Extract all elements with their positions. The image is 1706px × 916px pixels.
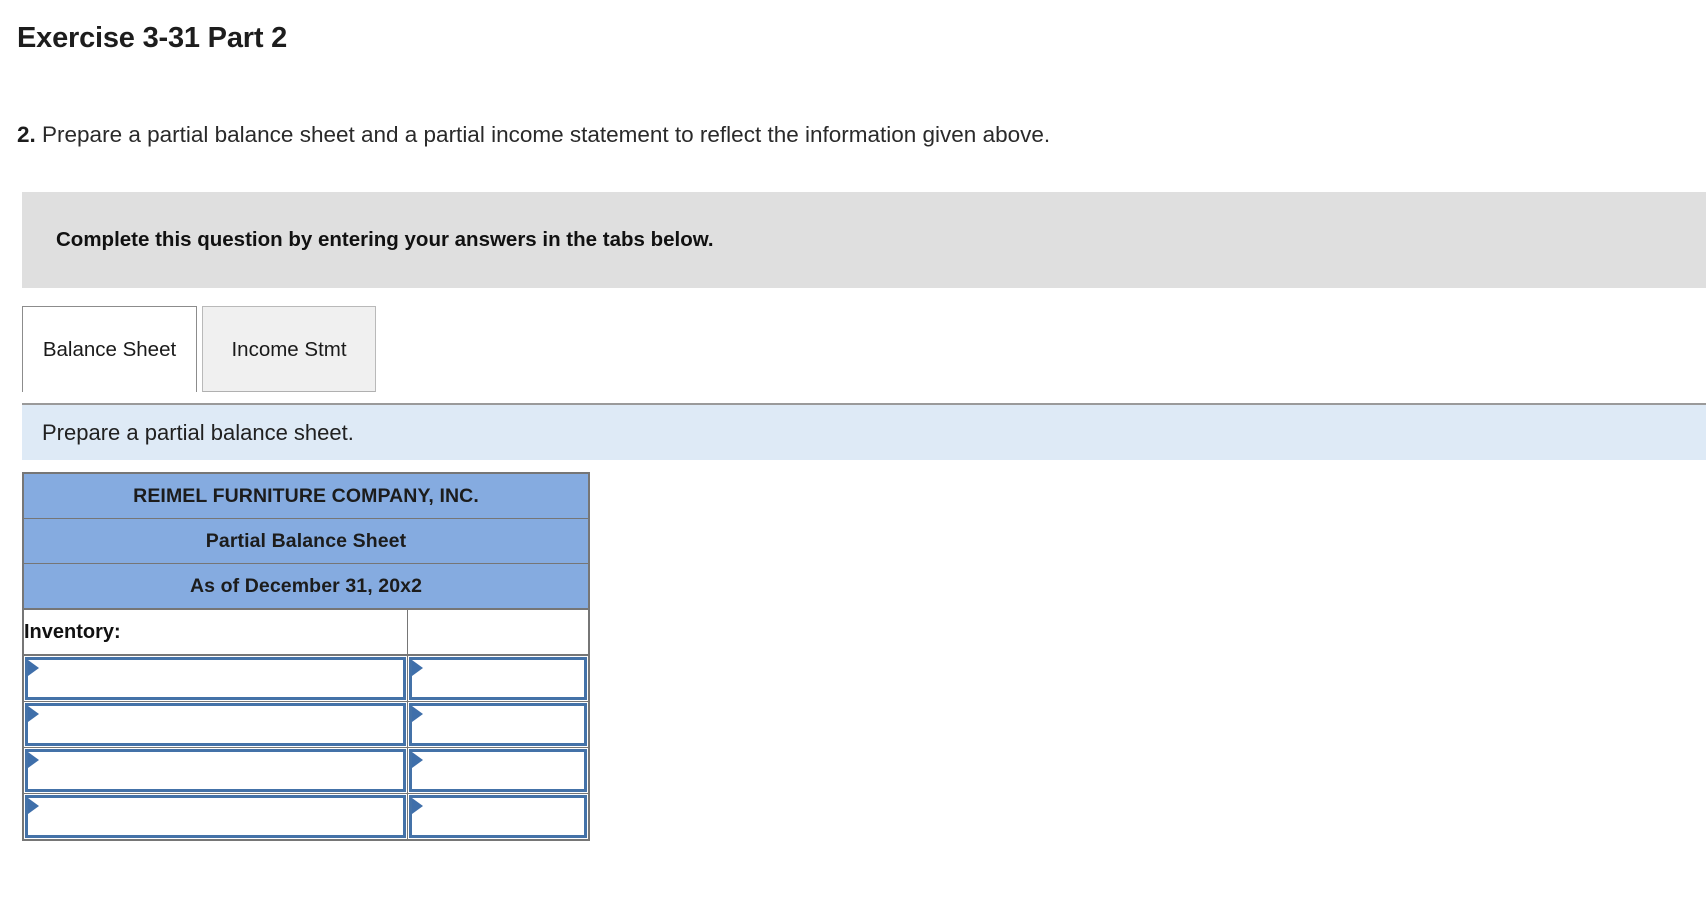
table-header-row-date: As of December 31, 20x2 <box>22 563 590 610</box>
bs-section-label: Inventory: <box>22 608 408 656</box>
bs-row-1-label-input[interactable] <box>42 706 399 743</box>
bs-row-0-amount-input[interactable] <box>425 660 580 697</box>
bs-row-3-amount-box[interactable] <box>408 795 587 838</box>
instruction-banner-text: Complete this question by entering your … <box>56 228 714 251</box>
partial-balance-sheet-form: REIMEL FURNITURE COMPANY, INC. Partial B… <box>22 472 590 841</box>
triangle-right-icon <box>28 706 39 722</box>
bs-row-2-label-input[interactable] <box>42 752 399 789</box>
page-title: Exercise 3-31 Part 2 <box>17 22 288 54</box>
bs-row-1-label-box[interactable] <box>25 703 406 746</box>
bs-header-company: REIMEL FURNITURE COMPANY, INC. <box>22 472 590 519</box>
triangle-right-icon <box>28 798 39 814</box>
triangle-right-icon <box>411 706 423 722</box>
bs-row-0-amount-box[interactable] <box>408 657 587 700</box>
triangle-right-icon <box>411 752 423 768</box>
triangle-right-icon <box>411 798 423 814</box>
exercise-page: Exercise 3-31 Part 2 2. Prepare a partia… <box>0 0 1706 916</box>
bs-row-0-label-cell[interactable] <box>22 654 408 702</box>
bs-row-2-label-cell[interactable] <box>22 747 408 794</box>
table-row <box>22 654 590 702</box>
question-number: 2. <box>17 122 36 147</box>
bs-row-2-amount-cell[interactable] <box>406 747 590 794</box>
table-row <box>22 793 590 841</box>
triangle-right-icon <box>28 660 39 676</box>
table-header-row-statement: Partial Balance Sheet <box>22 518 590 564</box>
question-prompt: 2. Prepare a partial balance sheet and a… <box>17 122 1050 148</box>
table-row <box>22 701 590 748</box>
bs-row-1-amount-input[interactable] <box>425 706 580 743</box>
bs-row-0-label-input[interactable] <box>42 660 399 697</box>
bs-section-value <box>406 608 590 656</box>
bs-row-2-amount-box[interactable] <box>408 749 587 792</box>
subinstruction-text: Prepare a partial balance sheet. <box>42 420 354 445</box>
tab-balance-sheet[interactable]: Balance Sheet <box>22 306 197 392</box>
triangle-right-icon <box>411 660 423 676</box>
bs-row-3-label-box[interactable] <box>25 795 406 838</box>
bs-row-0-label-box[interactable] <box>25 657 406 700</box>
bs-row-3-label-input[interactable] <box>42 798 399 835</box>
table-row <box>22 747 590 794</box>
bs-header-date: As of December 31, 20x2 <box>22 563 590 610</box>
bs-row-1-amount-box[interactable] <box>408 703 587 746</box>
tab-income-stmt[interactable]: Income Stmt <box>202 306 376 392</box>
bs-row-2-amount-input[interactable] <box>425 752 580 789</box>
bs-row-3-amount-cell[interactable] <box>406 793 590 841</box>
bs-row-1-amount-cell[interactable] <box>406 701 590 748</box>
instruction-banner: Complete this question by entering your … <box>22 192 1706 288</box>
bs-row-0-amount-cell[interactable] <box>406 654 590 702</box>
bs-row-3-label-cell[interactable] <box>22 793 408 841</box>
bs-row-3-amount-input[interactable] <box>425 798 580 835</box>
table-row-inventory-label: Inventory: <box>22 608 590 656</box>
table-header-row-company: REIMEL FURNITURE COMPANY, INC. <box>22 472 590 519</box>
triangle-right-icon <box>28 752 39 768</box>
bs-row-2-label-box[interactable] <box>25 749 406 792</box>
bs-row-1-label-cell[interactable] <box>22 701 408 748</box>
subinstruction-bar: Prepare a partial balance sheet. <box>22 403 1706 460</box>
question-text: Prepare a partial balance sheet and a pa… <box>42 122 1051 147</box>
bs-header-statement: Partial Balance Sheet <box>22 518 590 564</box>
